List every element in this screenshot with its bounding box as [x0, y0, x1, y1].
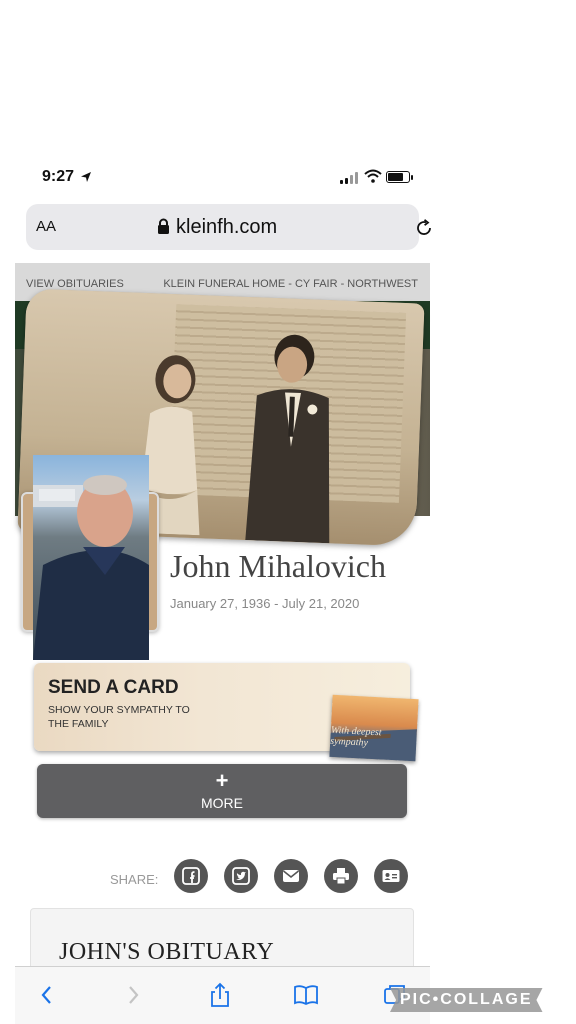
- lock-icon: [158, 218, 169, 234]
- obituary-title: JOHN'S OBITUARY: [59, 939, 275, 965]
- wifi-icon: [364, 169, 382, 183]
- twitter-icon: [232, 867, 250, 885]
- bookmarks-icon[interactable]: [292, 981, 320, 1009]
- status-bar: 9:27: [0, 160, 444, 196]
- share-print-button[interactable]: [324, 859, 358, 893]
- send-card-subtitle: SHOW YOUR SYMPATHY TO THE FAMILY: [48, 704, 190, 730]
- deceased-name: John Mihalovich: [170, 548, 386, 584]
- share-contact-card-button[interactable]: [374, 859, 408, 893]
- cellular-signal-icon: [340, 172, 360, 184]
- share-email-button[interactable]: [274, 859, 308, 893]
- funeral-home-link[interactable]: KLEIN FUNERAL HOME - CY FAIR - NORTHWEST: [163, 278, 418, 290]
- forward-chevron-icon[interactable]: [119, 981, 147, 1009]
- share-facebook-button[interactable]: [174, 859, 208, 893]
- card-thumb-text: With deepest sympathy: [329, 724, 382, 749]
- more-button[interactable]: + MORE: [37, 764, 407, 818]
- share-twitter-button[interactable]: [224, 859, 258, 893]
- reload-icon[interactable]: [415, 219, 433, 237]
- email-icon: [283, 870, 299, 882]
- pic-collage-watermark: PIC•COLLAGE: [390, 988, 543, 1012]
- print-icon: [333, 868, 349, 885]
- deceased-portrait: [33, 455, 149, 660]
- url-text[interactable]: kleinfh.com: [176, 216, 277, 239]
- contact-card-icon: [382, 870, 400, 882]
- location-arrow-icon: [81, 172, 91, 182]
- status-time: 9:27: [42, 168, 75, 185]
- more-label: MORE: [201, 795, 243, 811]
- share-sheet-icon[interactable]: [206, 981, 234, 1009]
- share-label: SHARE:: [110, 872, 159, 887]
- back-chevron-icon[interactable]: [33, 981, 61, 1009]
- sympathy-card-thumbnail[interactable]: With deepest sympathy: [329, 694, 419, 762]
- facebook-icon: [182, 867, 200, 885]
- plus-icon: +: [215, 768, 229, 793]
- browser-toolbar: [15, 966, 430, 1024]
- life-dates: January 27, 1936 - July 21, 2020: [170, 596, 360, 611]
- send-card-title: SEND A CARD: [48, 677, 179, 698]
- reader-aa-button[interactable]: AA: [36, 218, 56, 235]
- battery-icon: [386, 171, 413, 183]
- man-figure: [245, 334, 330, 544]
- address-bar[interactable]: AA kleinfh.com: [26, 204, 431, 250]
